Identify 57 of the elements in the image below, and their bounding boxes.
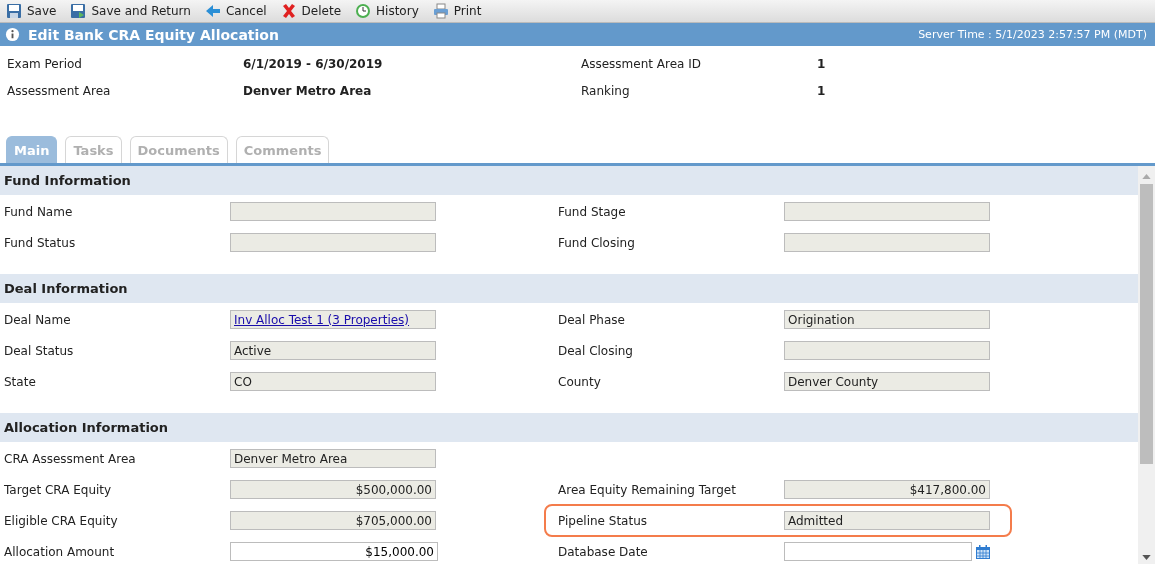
field-label: CRA Assessment Area: [3, 451, 137, 466]
field-label: Deal Status: [3, 343, 75, 358]
field-label: Pipeline Status: [557, 513, 648, 528]
field-label: Allocation Amount: [3, 544, 116, 559]
toolbar-button[interactable]: Save and Return: [68, 3, 193, 19]
field-label: Target CRA Equity: [3, 482, 113, 497]
scroll-up-icon[interactable]: [1142, 174, 1151, 179]
readonly-field: Denver County: [784, 372, 990, 391]
field-label: Deal Closing: [557, 343, 634, 358]
date-field[interactable]: [784, 542, 972, 561]
field-label: Fund Name: [3, 204, 74, 219]
printer-icon: [432, 3, 449, 19]
readonly-field: $705,000.00: [230, 511, 436, 530]
scrollbar[interactable]: [1138, 166, 1155, 564]
field-label: Fund Status: [3, 235, 77, 250]
info-icon: [5, 27, 20, 42]
field-value: 1: [817, 56, 827, 71]
field-label: Fund Closing: [557, 235, 636, 250]
field-label: County: [557, 374, 602, 389]
field-label: Deal Phase: [557, 312, 626, 327]
section-header: Allocation Information: [0, 413, 1138, 442]
readonly-field: Origination: [784, 310, 990, 329]
server-time: Server Time : 5/1/2023 2:57:57 PM (MDT): [918, 28, 1147, 41]
field-label: Assessment Area ID: [581, 56, 702, 71]
field-value: 1: [817, 83, 827, 98]
field-label: Eligible CRA Equity: [3, 513, 119, 528]
toolbar-button[interactable]: Cancel: [202, 3, 269, 19]
scroll-down-icon[interactable]: [1142, 555, 1151, 560]
field-label: Exam Period: [6, 56, 83, 71]
readonly-field: Denver Metro Area: [230, 449, 436, 468]
readonly-field: $417,800.00: [784, 480, 990, 499]
left-arrow-icon: [204, 3, 221, 19]
calendar-icon[interactable]: [975, 543, 991, 560]
field-label: State: [3, 374, 37, 389]
readonly-field: $500,000.00: [230, 480, 436, 499]
field-value: 6/1/2019 - 6/30/2019: [243, 56, 384, 71]
delete-x-icon: [280, 3, 297, 19]
field-label: Fund Stage: [557, 204, 627, 219]
section-header: Fund Information: [0, 166, 1138, 195]
scroll-thumb[interactable]: [1140, 184, 1153, 464]
clock-icon: [355, 3, 372, 19]
field-label: Deal Name: [3, 312, 72, 327]
field-label: Area Equity Remaining Target: [557, 482, 737, 497]
field-label: Assessment Area: [6, 83, 112, 98]
section-header: Deal Information: [0, 274, 1138, 303]
page-title: Edit Bank CRA Equity Allocation: [28, 26, 279, 43]
toolbar-button[interactable]: Save: [4, 3, 59, 19]
readonly-field: CO: [230, 372, 436, 391]
field-label: Database Date: [557, 544, 649, 559]
field-value: Denver Metro Area: [243, 83, 373, 98]
readonly-field: Active: [230, 341, 436, 360]
toolbar-button[interactable]: History: [353, 3, 421, 19]
input-field[interactable]: $15,000.00: [230, 542, 438, 561]
readonly-field: Admitted: [784, 511, 990, 530]
toolbar-button[interactable]: Delete: [278, 3, 344, 19]
toolbar-button[interactable]: Print: [430, 3, 484, 19]
field-label: Ranking: [581, 83, 631, 98]
